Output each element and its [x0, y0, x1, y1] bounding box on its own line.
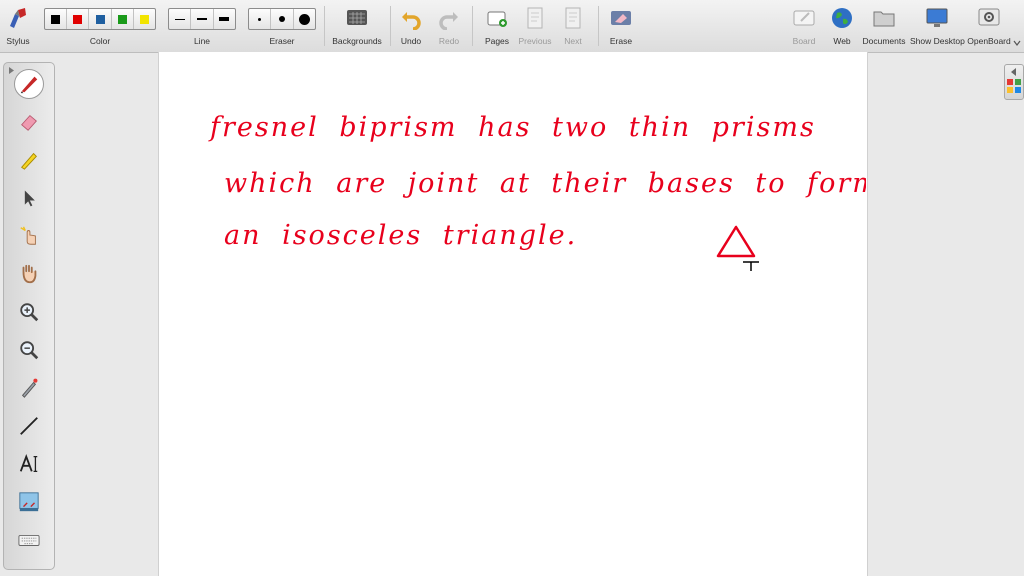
eraser-icon — [21, 114, 37, 131]
eraser-tool[interactable] — [14, 107, 44, 137]
erase-button[interactable]: Erase — [604, 0, 638, 52]
laser-pointer-icon — [21, 378, 38, 398]
handwriting-line-2: which are joint at their bases to form — [224, 168, 866, 199]
erase-page-icon — [611, 11, 631, 25]
eraser-size-selector — [248, 8, 316, 30]
handwriting-line-3: an isosceles triangle. — [224, 220, 577, 251]
keyboard-icon — [18, 534, 40, 546]
undo-button[interactable]: Undo — [396, 0, 426, 52]
handwriting-line-1: fresnel biprism has two thin prisms — [208, 112, 816, 143]
eraser-medium[interactable] — [271, 9, 294, 29]
play-tool[interactable] — [14, 221, 44, 251]
toolbar-separator — [472, 6, 473, 46]
highlighter-icon — [20, 152, 37, 170]
handwriting-layer: fresnel biprism has two thin prisms whic… — [208, 112, 866, 271]
library-icon — [1007, 79, 1021, 93]
library-palette-toggle[interactable] — [1004, 64, 1024, 100]
next-page-button[interactable]: Next — [558, 0, 588, 52]
expand-left-arrow-icon — [1011, 68, 1016, 76]
previous-page-icon — [527, 7, 543, 29]
openboard-menu-button[interactable]: OpenBoard — [966, 0, 1012, 52]
board-button[interactable]: Board — [788, 0, 820, 52]
crosshair-cursor-icon — [743, 261, 759, 271]
stylus-button[interactable]: Stylus — [2, 0, 34, 52]
collapse-arrow-icon[interactable] — [8, 67, 15, 74]
color-group: Color — [44, 0, 156, 52]
text-icon — [19, 454, 38, 472]
backgrounds-button[interactable]: Backgrounds — [330, 0, 384, 52]
globe-icon — [832, 8, 852, 28]
capture-tool[interactable] — [14, 487, 44, 517]
line-tool[interactable] — [14, 411, 44, 441]
stylus-icon — [10, 8, 26, 28]
color-black[interactable] — [45, 9, 68, 29]
triangle-drawing — [716, 225, 756, 258]
line-width-selector — [168, 8, 236, 30]
previous-page-button[interactable]: Previous — [516, 0, 554, 52]
web-button[interactable]: Web — [826, 0, 858, 52]
toolbar-separator — [390, 6, 391, 46]
redo-button[interactable]: Redo — [434, 0, 464, 52]
grid-icon — [347, 10, 367, 25]
redo-icon — [439, 12, 458, 30]
pen-tool[interactable] — [14, 69, 44, 99]
next-page-icon — [565, 7, 581, 29]
play-icon — [20, 226, 36, 245]
keyboard-tool[interactable] — [14, 525, 44, 555]
color-yellow[interactable] — [134, 9, 155, 29]
color-green[interactable] — [112, 9, 134, 29]
zoom-in-icon — [20, 303, 39, 322]
folder-icon — [873, 11, 895, 27]
highlighter-tool[interactable] — [14, 145, 44, 175]
zoom-in-tool[interactable] — [14, 297, 44, 327]
zoom-out-icon — [20, 341, 39, 360]
add-page-icon — [487, 11, 507, 27]
left-tool-palette — [3, 62, 55, 570]
zoom-out-tool[interactable] — [14, 335, 44, 365]
eraser-group: Eraser — [248, 0, 316, 52]
color-red[interactable] — [67, 9, 90, 29]
undo-icon — [402, 12, 421, 30]
toolbar-separator — [598, 6, 599, 46]
eraser-small[interactable] — [249, 9, 272, 29]
selector-tool[interactable] — [14, 183, 44, 213]
main-toolbar: Stylus Color Line Eraser Backgrounds Und… — [0, 0, 1024, 53]
pages-button[interactable]: Pages — [480, 0, 514, 52]
chevron-down-icon[interactable] — [1013, 40, 1021, 46]
pen-icon — [20, 76, 38, 94]
board-icon — [793, 10, 815, 26]
selector-icon — [24, 190, 35, 207]
color-blue[interactable] — [89, 9, 112, 29]
gear-icon — [978, 8, 1000, 26]
hand-icon — [22, 264, 37, 284]
text-tool[interactable] — [14, 449, 44, 479]
color-palette — [44, 8, 156, 30]
line-medium[interactable] — [191, 9, 214, 29]
show-desktop-button[interactable]: Show Desktop — [910, 0, 965, 52]
hand-tool[interactable] — [14, 259, 44, 289]
laser-pointer-tool[interactable] — [14, 373, 44, 403]
line-thick[interactable] — [214, 9, 235, 29]
eraser-large[interactable] — [294, 9, 315, 29]
line-thin[interactable] — [169, 9, 192, 29]
toolbar-separator — [324, 6, 325, 46]
monitor-icon — [926, 8, 948, 27]
documents-button[interactable]: Documents — [862, 0, 906, 52]
capture-icon — [19, 492, 39, 512]
line-group: Line — [168, 0, 236, 52]
line-icon — [20, 417, 38, 435]
